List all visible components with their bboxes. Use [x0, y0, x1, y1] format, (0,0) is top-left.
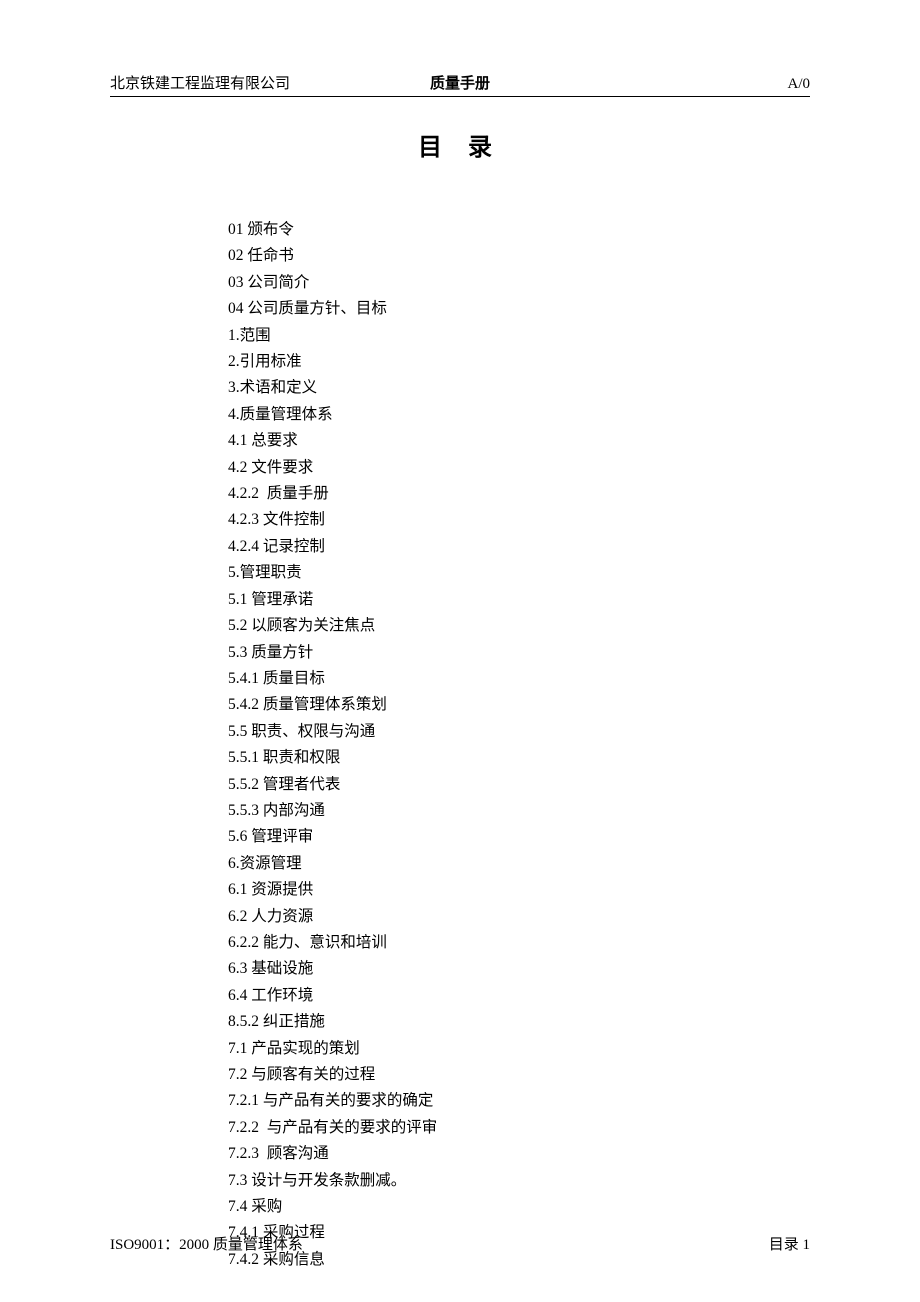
- toc-title: 目 录: [110, 127, 810, 162]
- page-header: 北京铁建工程监理有限公司 质量手册 A/0: [110, 72, 810, 97]
- toc-entry: 7.2.2 与产品有关的要求的评审: [228, 1115, 810, 1141]
- toc-entry: 5.3 质量方针: [228, 640, 810, 666]
- toc-entry: 4.2.3 文件控制: [228, 507, 810, 533]
- toc-entry: 6.资源管理: [228, 851, 810, 877]
- toc-entry: 5.6 管理评审: [228, 824, 810, 850]
- toc-entry: 5.1 管理承诺: [228, 587, 810, 613]
- header-version: A/0: [788, 76, 811, 93]
- toc-entry: 5.管理职责: [228, 560, 810, 586]
- header-document-title: 质量手册: [430, 72, 490, 93]
- toc-entry: 4.2.2 质量手册: [228, 481, 810, 507]
- toc-entry: 7.3 设计与开发条款删减。: [228, 1168, 810, 1194]
- toc-entry: 6.2 人力资源: [228, 904, 810, 930]
- toc-entry: 7.4 采购: [228, 1194, 810, 1220]
- toc-entry: 8.5.2 纠正措施: [228, 1009, 810, 1035]
- toc-entry: 01 颁布令: [228, 217, 810, 243]
- toc-entry: 4.2.4 记录控制: [228, 534, 810, 560]
- footer-page-number: 目录 1: [769, 1233, 810, 1254]
- toc-entry: 4.1 总要求: [228, 428, 810, 454]
- toc-entry: 2.引用标准: [228, 349, 810, 375]
- footer-standard: ISO9001：2000 质量管理体系: [110, 1233, 303, 1254]
- toc-entry: 6.2.2 能力、意识和培训: [228, 930, 810, 956]
- toc-entry: 7.2.3 顾客沟通: [228, 1141, 810, 1167]
- header-company-name: 北京铁建工程监理有限公司: [110, 72, 290, 93]
- toc-entry: 5.4.2 质量管理体系策划: [228, 692, 810, 718]
- toc-entry: 7.2.1 与产品有关的要求的确定: [228, 1088, 810, 1114]
- page-footer: ISO9001：2000 质量管理体系 目录 1: [110, 1233, 810, 1254]
- toc-entry: 1.范围: [228, 323, 810, 349]
- toc-entry: 04 公司质量方针、目标: [228, 296, 810, 322]
- toc-entry: 6.4 工作环境: [228, 983, 810, 1009]
- toc-entry: 5.5 职责、权限与沟通: [228, 719, 810, 745]
- toc-entry: 5.2 以顾客为关注焦点: [228, 613, 810, 639]
- toc-entry: 02 任命书: [228, 243, 810, 269]
- toc-entry: 7.2 与顾客有关的过程: [228, 1062, 810, 1088]
- toc-entry: 6.3 基础设施: [228, 956, 810, 982]
- toc-entry: 5.4.1 质量目标: [228, 666, 810, 692]
- toc-entry: 5.5.3 内部沟通: [228, 798, 810, 824]
- toc-entry: 6.1 资源提供: [228, 877, 810, 903]
- toc-entry: 5.5.2 管理者代表: [228, 772, 810, 798]
- document-page: 北京铁建工程监理有限公司 质量手册 A/0 目 录 01 颁布令 02 任命书 …: [0, 0, 920, 1302]
- toc-entry: 3.术语和定义: [228, 375, 810, 401]
- toc-entry: 03 公司简介: [228, 270, 810, 296]
- toc-entry: 4.质量管理体系: [228, 402, 810, 428]
- toc-entry: 7.1 产品实现的策划: [228, 1036, 810, 1062]
- table-of-contents: 01 颁布令 02 任命书 03 公司简介 04 公司质量方针、目标 1.范围 …: [228, 217, 810, 1273]
- toc-entry: 4.2 文件要求: [228, 455, 810, 481]
- toc-entry: 5.5.1 职责和权限: [228, 745, 810, 771]
